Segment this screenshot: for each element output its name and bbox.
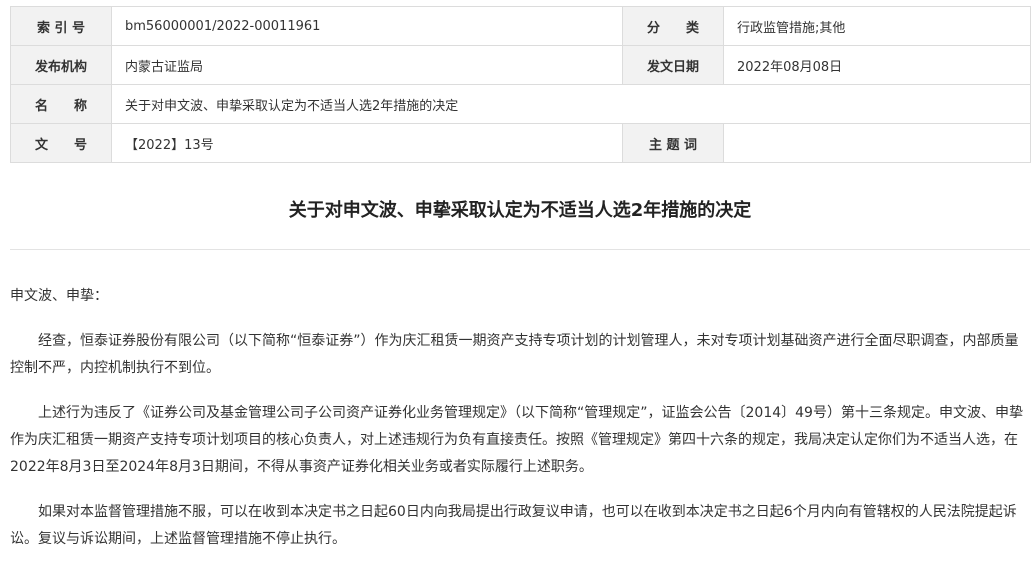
body-paragraph-appeal: 如果对本监督管理措施不服，可以在收到本决定书之日起60日内向我局提出行政复议申请…: [10, 504, 1017, 547]
issue-date-value: 2022年08月08日: [723, 45, 1031, 85]
category-value: 行政监管措施;其他: [723, 6, 1031, 46]
issue-date-label: 发文日期: [622, 45, 724, 85]
issuer-value: 内蒙古证监局: [111, 45, 623, 85]
issuer-label: 发布机构: [10, 45, 112, 85]
index-number-value: bm56000001/2022-00011961: [111, 6, 623, 46]
metadata-row-index: 索 引 号 bm56000001/2022-00011961 分 类 行政监管措…: [10, 6, 1031, 46]
category-label: 分 类: [622, 6, 724, 46]
body-paragraph-decision: 上述行为违反了《证券公司及基金管理公司子公司资产证券化业务管理规定》（以下简称“…: [10, 405, 1023, 475]
addressee: 申文波、申挚：: [10, 288, 108, 304]
keywords-value: [723, 123, 1031, 163]
index-number-label: 索 引 号: [10, 6, 112, 46]
document-name-label: 名 称: [10, 84, 112, 124]
document-body: 申文波、申挚： 经查，恒泰证券股份有限公司（以下简称“恒泰证券”）作为庆汇租赁一…: [10, 283, 1024, 571]
metadata-row-docno: 文 号 【2022】13号 主 题 词: [10, 123, 1031, 163]
metadata-row-issuer: 发布机构 内蒙古证监局 发文日期 2022年08月08日: [10, 45, 1031, 85]
document-metadata-table: 索 引 号 bm56000001/2022-00011961 分 类 行政监管措…: [10, 6, 1031, 163]
body-paragraph-findings: 经查，恒泰证券股份有限公司（以下简称“恒泰证券”）作为庆汇租赁一期资产支持专项计…: [10, 333, 1019, 376]
document-number-label: 文 号: [10, 123, 112, 163]
keywords-label: 主 题 词: [622, 123, 724, 163]
document-number-value: 【2022】13号: [111, 123, 623, 163]
title-divider: [10, 249, 1030, 250]
document-name-value: 关于对申文波、申挚采取认定为不适当人选2年措施的决定: [111, 84, 1031, 124]
document-title: 关于对申文波、申挚采取认定为不适当人选2年措施的决定: [288, 200, 752, 221]
metadata-row-name: 名 称 关于对申文波、申挚采取认定为不适当人选2年措施的决定: [10, 84, 1031, 124]
